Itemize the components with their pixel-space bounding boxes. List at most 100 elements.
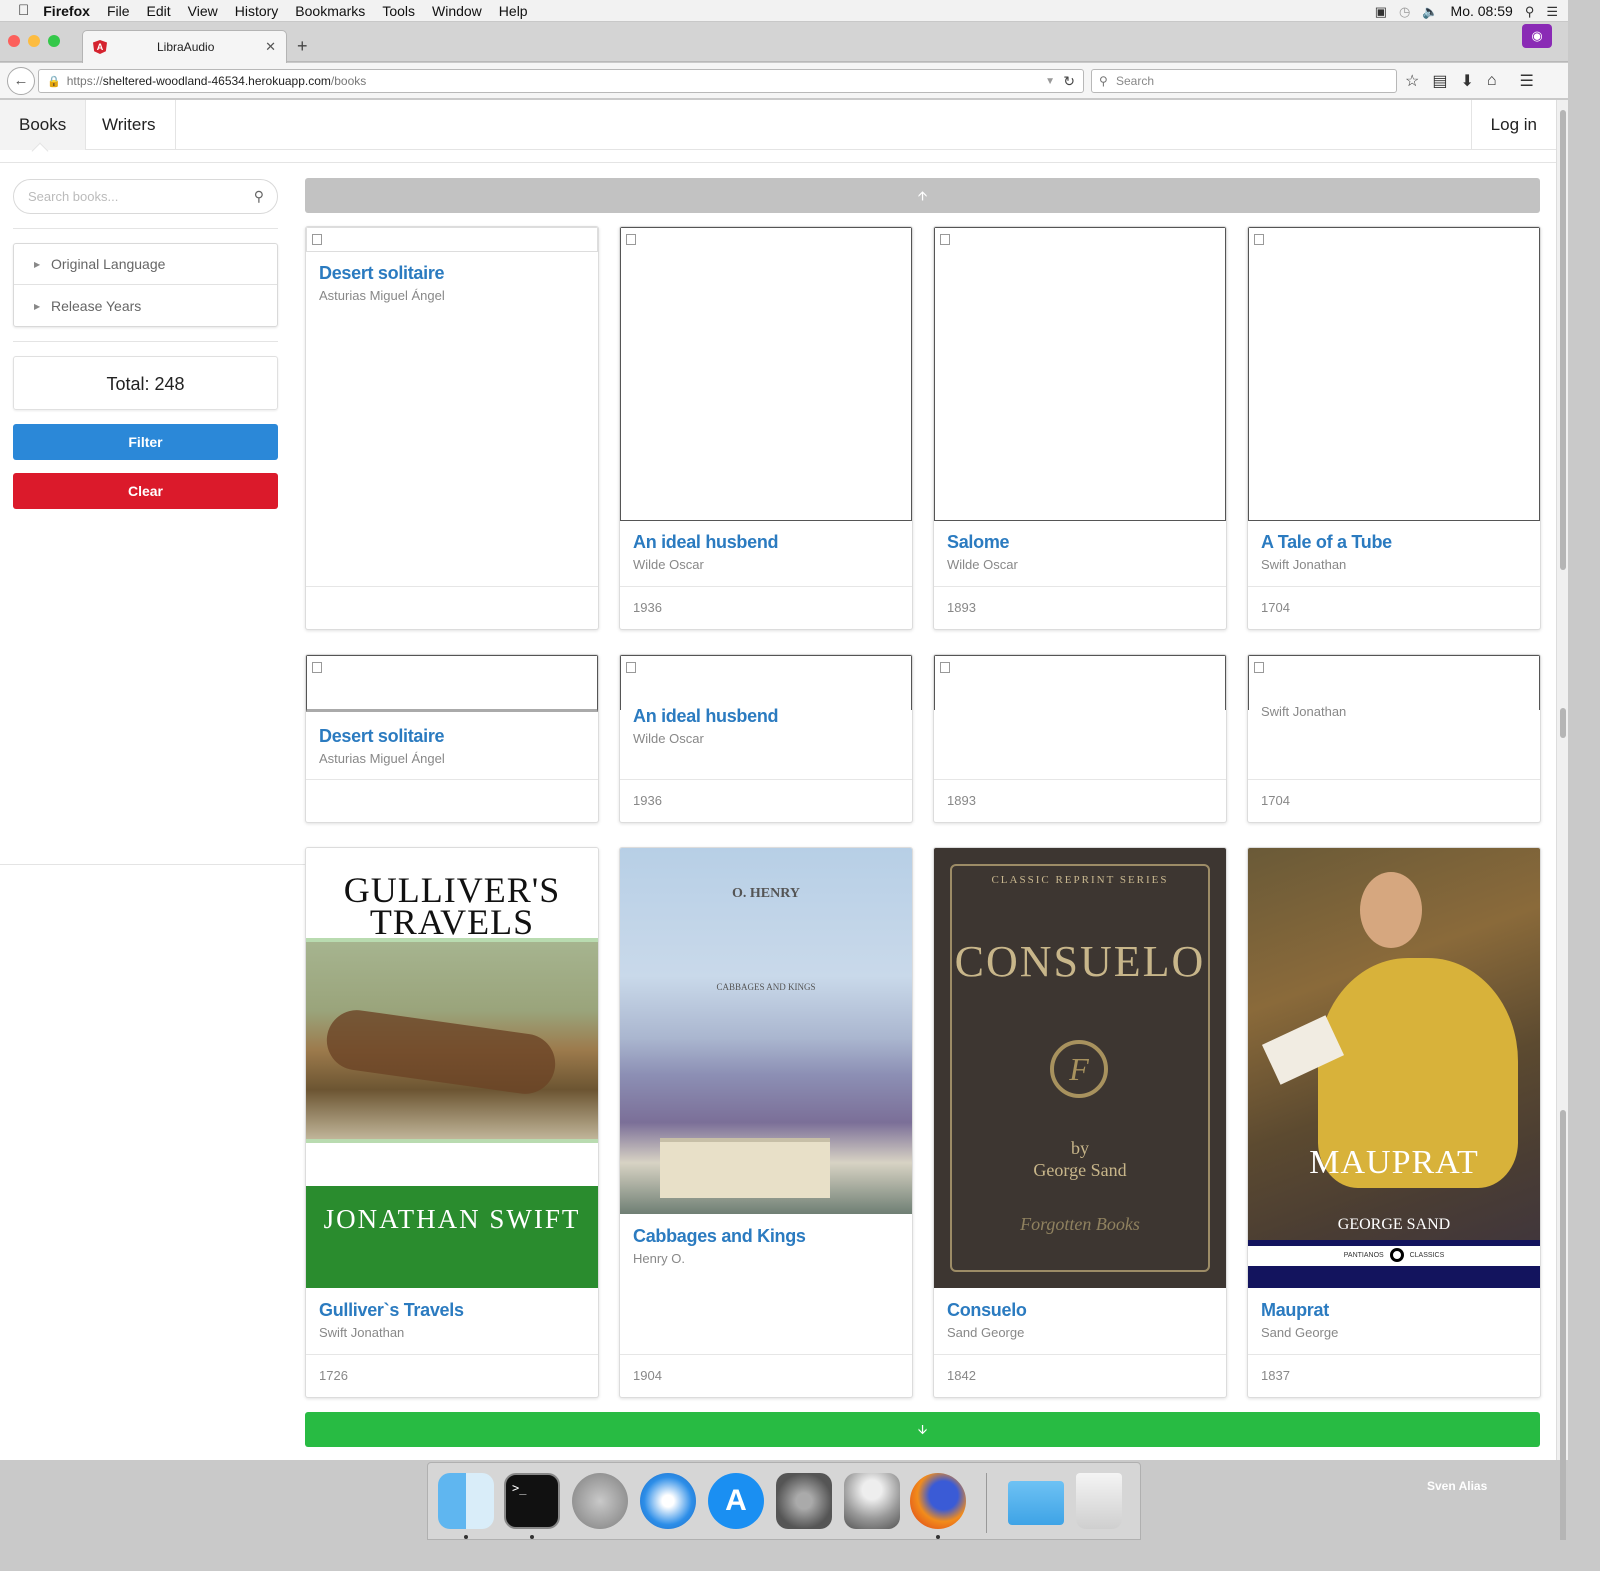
reading-list-icon[interactable]: ▤ (1432, 71, 1447, 91)
book-card[interactable]: CLASSIC REPRINT SERIES CONSUELO F by Geo… (933, 847, 1227, 1398)
filter-original-language[interactable]: ▶ Original Language (14, 244, 277, 285)
automator-robot-icon[interactable] (844, 1473, 900, 1529)
filter-button[interactable]: Filter (13, 424, 278, 460)
book-card[interactable]: MAUPRAT GEORGE SAND PANTIANOS CLASSICS M… (1247, 847, 1541, 1398)
book-card[interactable]: Desert solitaire Asturias Miguel Ángel (305, 654, 599, 823)
book-title[interactable]: Desert solitaire (319, 726, 585, 747)
scroll-up-button[interactable]: 🡩 (305, 178, 1540, 213)
time-machine-icon[interactable]: ◷ (1399, 5, 1410, 18)
book-card[interactable]: Swift Jonathan 1704 (1247, 654, 1541, 823)
window-minimize-button[interactable] (28, 35, 40, 47)
book-year: 1936 (620, 586, 912, 629)
menu-history[interactable]: History (235, 3, 279, 19)
folder-icon[interactable] (1008, 1481, 1064, 1525)
system-preferences-gear-icon[interactable] (776, 1473, 832, 1529)
broken-image-icon (312, 662, 322, 673)
book-title[interactable]: A Tale of a Tube (1261, 532, 1527, 553)
hamburger-menu-icon[interactable]: ☰ (1520, 71, 1534, 91)
tab-title: LibraAudio (157, 40, 215, 54)
book-year: 1704 (1248, 779, 1540, 822)
app-store-icon[interactable]: A (708, 1473, 764, 1529)
new-tab-icon[interactable]: + (297, 36, 308, 57)
scrollbar-thumb[interactable] (1560, 110, 1566, 570)
safari-compass-icon[interactable] (640, 1473, 696, 1529)
book-card[interactable]: An ideal husbend Wilde Oscar 1936 (619, 226, 913, 630)
menu-help[interactable]: Help (499, 3, 528, 19)
book-title[interactable]: Mauprat (1261, 1300, 1527, 1321)
book-cover-placeholder (306, 655, 598, 712)
book-year: 1904 (620, 1354, 912, 1397)
scrollbar-thumb[interactable] (1560, 708, 1566, 738)
bookmark-star-icon[interactable]: ☆ (1405, 71, 1419, 91)
nav-books[interactable]: Books (0, 100, 87, 150)
window-zoom-button[interactable] (48, 35, 60, 47)
book-title[interactable]: An ideal husbend (633, 706, 899, 727)
search-books-input[interactable]: Search books... ⚲ (13, 179, 278, 214)
launchpad-rocket-icon[interactable] (572, 1473, 628, 1529)
book-card[interactable]: GULLIVER'S TRAVELS JONATHAN SWIFT Gulliv… (305, 847, 599, 1398)
menu-edit[interactable]: Edit (147, 3, 171, 19)
display-mirroring-icon[interactable]: ▣ (1375, 5, 1387, 18)
nav-login[interactable]: Log in (1470, 100, 1556, 150)
lock-icon[interactable]: 🔒 (47, 75, 61, 88)
desktop-user-label: Sven Alias (1427, 1479, 1488, 1493)
menu-file[interactable]: File (107, 3, 130, 19)
divider (13, 228, 278, 229)
window-close-button[interactable] (8, 35, 20, 47)
notification-center-icon[interactable]: ☰ (1546, 5, 1558, 18)
address-bar[interactable]: 🔒 https:// sheltered-woodland-46534.hero… (38, 69, 1084, 93)
book-title[interactable]: Consuelo (947, 1300, 1213, 1321)
caret-right-icon: ▶ (34, 260, 41, 269)
cover-author: George Sand (1033, 1160, 1127, 1180)
reload-icon[interactable]: ↻ (1063, 73, 1075, 90)
downloads-icon[interactable]: ⬇ (1460, 71, 1473, 91)
menu-bookmarks[interactable]: Bookmarks (295, 3, 365, 19)
filter-release-years[interactable]: ▶ Release Years (14, 286, 277, 327)
book-year: 1726 (306, 1354, 598, 1397)
load-more-down-button[interactable]: 🡫 (305, 1412, 1540, 1447)
back-arrow-icon[interactable]: ← (7, 67, 35, 95)
menu-view[interactable]: View (188, 3, 218, 19)
divider (13, 341, 278, 342)
search-icon[interactable]: ⚲ (254, 180, 264, 213)
apple-icon[interactable]:  (18, 2, 29, 19)
finder-icon[interactable] (438, 1473, 494, 1529)
spotlight-search-icon[interactable]: ⚲ (1525, 5, 1535, 18)
volume-icon[interactable]: 🔈 (1422, 5, 1438, 18)
page-scrollbar[interactable] (1556, 100, 1568, 1540)
caret-right-icon: ▶ (34, 302, 41, 311)
book-title[interactable]: An ideal husbend (633, 532, 899, 553)
firefox-icon[interactable] (910, 1473, 966, 1529)
book-title[interactable]: Gulliver`s Travels (319, 1300, 585, 1321)
menu-tools[interactable]: Tools (382, 3, 415, 19)
book-title[interactable]: Salome (947, 532, 1213, 553)
tab-close-icon[interactable]: ✕ (265, 39, 276, 55)
nav-writers[interactable]: Writers (83, 100, 176, 150)
book-title[interactable]: Cabbages and Kings (633, 1226, 899, 1247)
cover-author: JONATHAN SWIFT (306, 1186, 598, 1288)
broken-image-icon (626, 234, 636, 245)
broken-image-icon (312, 234, 322, 245)
book-card[interactable]: O. HENRY CABBAGES AND KINGS Cabbages and… (619, 847, 913, 1398)
cover-illustration (306, 938, 598, 1143)
menubar-clock[interactable]: Mo. 08:59 (1451, 3, 1513, 19)
book-author: Henry O. (633, 1251, 686, 1266)
scrollbar-thumb[interactable] (1560, 1110, 1566, 1540)
menu-window[interactable]: Window (432, 3, 482, 19)
browser-search-field[interactable]: ⚲ Search (1091, 69, 1397, 93)
book-card[interactable]: 1893 (933, 654, 1227, 823)
total-count: Total: 248 (13, 356, 278, 410)
clear-button[interactable]: Clear (13, 473, 278, 509)
book-card[interactable]: Desert solitaire Asturias Miguel Ángel (305, 226, 599, 630)
browser-tab[interactable]: A LibraAudio ✕ (82, 30, 287, 63)
home-icon[interactable]: ⌂ (1487, 72, 1497, 90)
book-title[interactable]: Desert solitaire (319, 263, 585, 284)
menu-app-name[interactable]: Firefox (43, 3, 90, 19)
trash-icon[interactable] (1076, 1473, 1122, 1529)
terminal-icon[interactable]: >_ (504, 1473, 560, 1529)
book-card[interactable]: An ideal husbend Wilde Oscar 1936 (619, 654, 913, 823)
book-card[interactable]: A Tale of a Tube Swift Jonathan 1704 (1247, 226, 1541, 630)
url-dropdown-icon[interactable]: ▼ (1045, 76, 1055, 87)
browser-search-placeholder: Search (1116, 74, 1155, 88)
book-card[interactable]: Salome Wilde Oscar 1893 (933, 226, 1227, 630)
